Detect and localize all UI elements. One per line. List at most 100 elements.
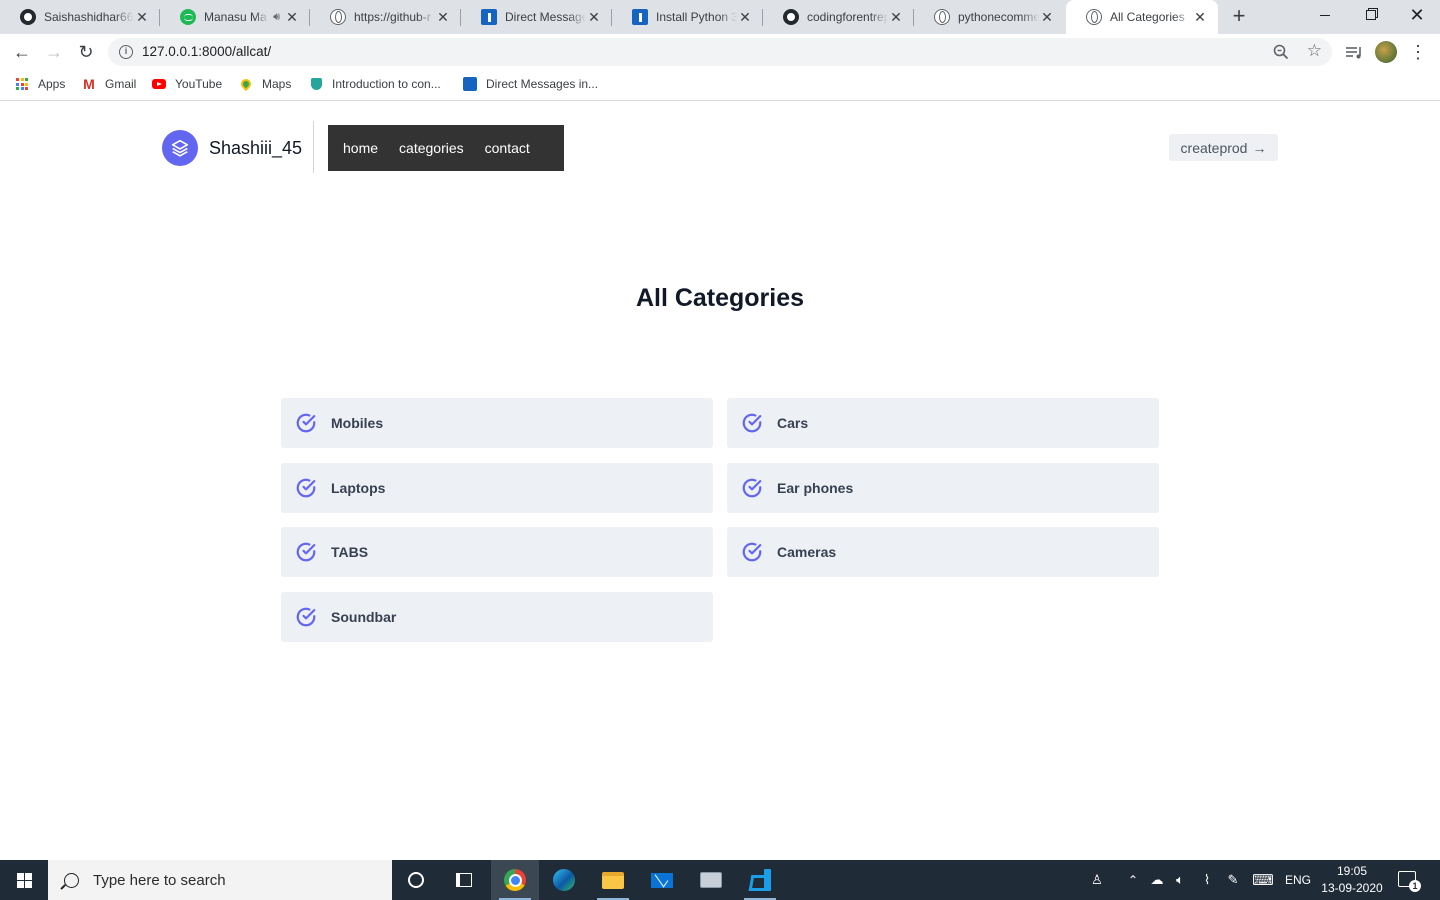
new-tab-button[interactable]: + [1227, 4, 1251, 30]
close-tab-icon[interactable]: ✕ [586, 9, 602, 26]
category-card[interactable]: Ear phones [727, 463, 1159, 513]
tab-title: Direct Messages [505, 10, 586, 24]
nav-link-categories[interactable]: categories [399, 140, 464, 156]
taskbar-workspace[interactable] [687, 860, 735, 900]
close-tab-icon[interactable]: ✕ [1192, 9, 1208, 26]
github-icon [20, 9, 36, 25]
bookmarks-bar: Apps M Gmail YouTube Maps Introduction t… [0, 70, 1440, 101]
search-icon [64, 872, 79, 888]
back-arrow-icon[interactable]: ← [10, 40, 34, 64]
profile-avatar[interactable] [1375, 41, 1397, 63]
nav-link-contact[interactable]: contact [485, 140, 530, 156]
header-divider [313, 121, 314, 173]
page-content: Shashiii_45 home categories contact crea… [0, 102, 1440, 860]
category-card[interactable]: Cars [727, 398, 1159, 448]
bookmark-direct-messages[interactable]: Direct Messages in... [463, 77, 598, 91]
globe-icon [1086, 9, 1102, 25]
reload-icon[interactable]: ↻ [74, 40, 98, 64]
cortana-button[interactable] [392, 860, 440, 900]
category-card[interactable]: Cameras [727, 527, 1159, 577]
tab-title: Manasu Ma [204, 10, 267, 24]
zoom-icon[interactable] [1272, 43, 1290, 61]
minimize-window-button[interactable] [1302, 0, 1348, 30]
close-tab-icon[interactable]: ✕ [888, 9, 904, 26]
vscode-icon [749, 869, 771, 891]
url-text[interactable]: 127.0.0.1:8000/allcat/ [142, 44, 271, 59]
close-window-button[interactable]: ✕ [1394, 0, 1440, 30]
category-card[interactable]: Mobiles [281, 398, 713, 448]
category-card[interactable]: TABS [281, 527, 713, 577]
bookmark-star-icon[interactable]: ☆ [1307, 41, 1322, 61]
maps-icon [238, 76, 254, 92]
audio-playing-icon[interactable]: 🔊︎ [273, 11, 280, 24]
bookmark-youtube[interactable]: YouTube [152, 77, 222, 91]
bookmark-maps[interactable]: Maps [238, 76, 292, 92]
browser-tab[interactable]: Direct Messages ✕ [461, 0, 612, 34]
taskbar-file-explorer[interactable] [589, 860, 637, 900]
forward-arrow-icon[interactable]: → [42, 40, 66, 64]
bookmark-label: Maps [262, 77, 292, 91]
tab-title: https://github-r [354, 10, 431, 24]
category-card[interactable]: Laptops [281, 463, 713, 513]
bookmark-apps[interactable]: Apps [15, 77, 65, 91]
close-tab-icon[interactable]: ✕ [134, 9, 150, 26]
tab-title: codingforentrep [807, 10, 888, 24]
bookmark-label: YouTube [175, 77, 223, 91]
taskbar-mail[interactable] [638, 860, 686, 900]
category-name: Cars [777, 415, 809, 431]
browser-tab[interactable]: Saishashidhar66 ✕ [0, 0, 160, 34]
taskbar-edge[interactable] [540, 860, 588, 900]
maximize-window-button[interactable] [1348, 0, 1394, 30]
taskbar-chrome[interactable] [491, 860, 539, 900]
taskbar-clock[interactable]: 19:05 13-09-2020 [1316, 863, 1388, 897]
taskbar-search-box[interactable]: Type here to search [48, 860, 392, 900]
mail-icon [651, 872, 673, 888]
close-tab-icon[interactable]: ✕ [435, 9, 451, 26]
check-circle-icon [296, 413, 316, 433]
close-tab-icon[interactable]: ✕ [1039, 9, 1055, 26]
check-circle-icon [742, 478, 762, 498]
gmail-icon: M [83, 76, 95, 92]
task-view-button[interactable] [440, 860, 488, 900]
taskbar-vscode[interactable] [736, 860, 784, 900]
close-tab-icon[interactable]: ✕ [284, 9, 300, 26]
globe-icon [934, 9, 950, 25]
show-hidden-icons-icon[interactable]: ⌃ [1124, 860, 1142, 900]
address-bar[interactable]: i 127.0.0.1:8000/allcat/ ☆ [108, 38, 1332, 66]
bookmark-label: Apps [38, 77, 66, 91]
category-name: Laptops [331, 480, 386, 496]
bookmark-gmail[interactable]: M Gmail [82, 76, 136, 92]
windows-logo-icon [16, 872, 32, 888]
input-language[interactable]: ENG [1282, 860, 1314, 900]
media-queue-icon[interactable] [1342, 40, 1366, 64]
browser-tab[interactable]: Manasu Ma 🔊︎ ✕ [160, 0, 310, 34]
browser-tab[interactable]: pythonecommerce ✕ [914, 0, 1065, 34]
brand-logo[interactable]: Shashiii_45 [162, 130, 302, 166]
nav-link-home[interactable]: home [343, 140, 378, 156]
clock-time: 19:05 [1336, 864, 1368, 878]
category-card[interactable]: Soundbar [281, 592, 713, 642]
browser-tab[interactable]: codingforentrep ✕ [763, 0, 914, 34]
people-icon[interactable]: ♙ [1086, 860, 1108, 900]
createprod-button[interactable]: createprod → [1169, 134, 1278, 161]
site-info-icon[interactable]: i [119, 45, 133, 59]
browser-tab[interactable]: https://github-r ✕ [310, 0, 461, 34]
task-view-icon [456, 873, 472, 887]
volume-icon[interactable]: 🔈︎ [1170, 860, 1190, 900]
bookmark-introduction[interactable]: Introduction to con... [309, 77, 441, 91]
search-placeholder: Type here to search [93, 871, 226, 889]
folder-icon [602, 871, 624, 889]
browser-tab[interactable]: Install Python 3. ✕ [612, 0, 763, 34]
brand-name: Shashiii_45 [209, 137, 303, 158]
browser-tab-active[interactable]: All Categories ✕ [1066, 0, 1218, 34]
close-tab-icon[interactable]: ✕ [737, 9, 753, 26]
pen-icon[interactable]: ✎ [1222, 860, 1244, 900]
start-button[interactable] [0, 860, 48, 900]
onedrive-icon[interactable]: ☁ [1146, 860, 1168, 900]
wifi-icon[interactable]: ⌇ [1196, 860, 1218, 900]
more-menu-icon[interactable]: ⋮ [1406, 40, 1430, 64]
globe-icon [330, 9, 346, 25]
tab-title: All Categories [1110, 10, 1185, 24]
notification-center-icon[interactable]: 1 [1398, 871, 1421, 892]
keyboard-icon[interactable]: ⌨ [1250, 860, 1276, 900]
